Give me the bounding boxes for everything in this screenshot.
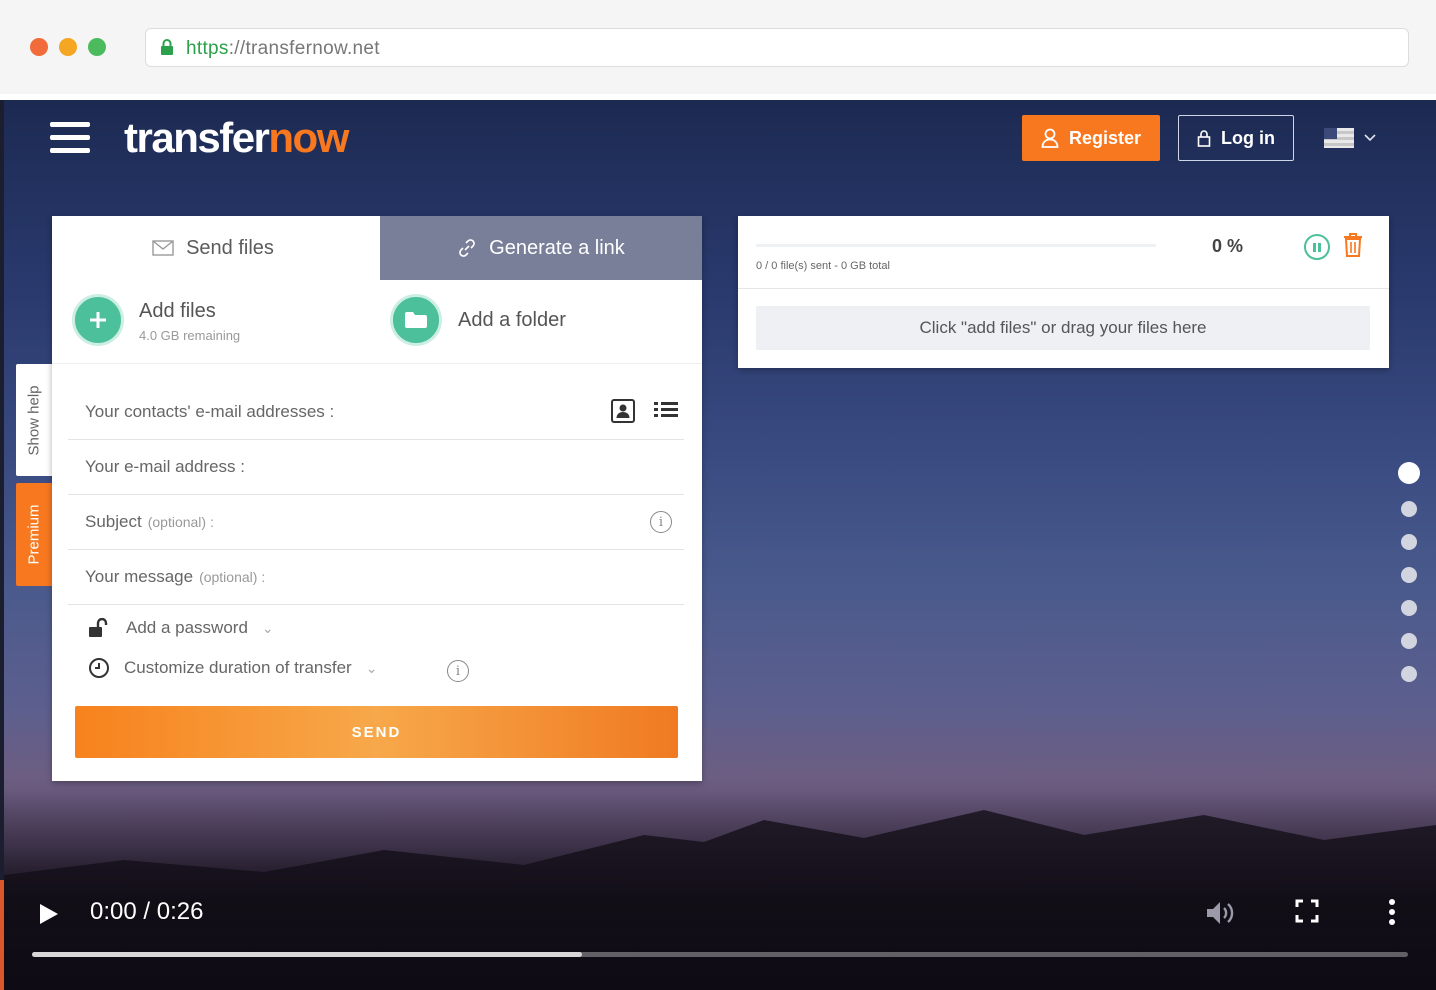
link-icon (459, 239, 475, 257)
address-bar[interactable]: https://transfernow.net (145, 28, 1409, 67)
trash-icon[interactable] (1342, 232, 1364, 258)
hamburger-menu-icon[interactable] (50, 122, 90, 156)
close-window-button[interactable] (30, 38, 48, 56)
subject-field[interactable]: Subject (optional) : i (68, 495, 684, 550)
customize-duration-toggle[interactable]: Customize duration of transfer ⌄ (88, 657, 377, 679)
divider (738, 288, 1389, 289)
slide-dot[interactable] (1401, 534, 1417, 550)
url-domain: ://transfernow.net (228, 38, 380, 59)
tab-generate-link-label: Generate a link (489, 236, 625, 259)
info-icon[interactable]: i (650, 511, 672, 533)
chevron-down-icon (1364, 134, 1376, 142)
fullscreen-icon[interactable] (1294, 898, 1320, 924)
show-help-tab[interactable]: Show help (16, 364, 52, 476)
folder-icon (405, 312, 427, 328)
slide-dot[interactable] (1401, 501, 1417, 517)
show-help-label: Show help (25, 384, 43, 456)
plus-icon (90, 312, 106, 328)
premium-tab[interactable]: Premium (16, 483, 52, 586)
send-panel: Send files Generate a link Add files 4.0… (52, 216, 702, 781)
send-button[interactable]: SEND (75, 706, 678, 758)
slide-dot[interactable] (1401, 633, 1417, 649)
sender-email-field[interactable]: Your e-mail address : (68, 440, 684, 495)
unlocked-padlock-icon (89, 618, 108, 637)
add-password-toggle[interactable]: Add a password ⌄ (88, 618, 274, 638)
slide-dot[interactable] (1401, 600, 1417, 616)
slide-dot[interactable] (1398, 462, 1420, 484)
tab-send-files[interactable]: Send files (52, 216, 374, 280)
language-selector[interactable] (1324, 128, 1376, 148)
sender-email-label: Your e-mail address : (85, 457, 246, 476)
slide-dot[interactable] (1401, 567, 1417, 583)
chevron-down-icon: ⌄ (261, 619, 274, 636)
add-actions: Add files 4.0 GB remaining Add a folder (52, 280, 702, 364)
envelope-icon (152, 240, 174, 256)
page: transfernow Register Log in Show help Pr… (4, 100, 1436, 990)
add-password-label: Add a password (126, 618, 248, 637)
url-protocol: https (186, 38, 229, 59)
transfernow-logo[interactable]: transfernow (124, 114, 349, 162)
storage-remaining: 4.0 GB remaining (139, 328, 241, 343)
login-button[interactable]: Log in (1178, 115, 1294, 161)
customize-duration-label: Customize duration of transfer (124, 658, 352, 677)
file-drop-zone[interactable]: Click "add files" or drag your files her… (756, 306, 1370, 350)
login-label: Log in (1221, 127, 1275, 148)
lock-icon (1197, 130, 1211, 147)
maximize-window-button[interactable] (88, 38, 106, 56)
minimize-window-button[interactable] (59, 38, 77, 56)
address-book-icon[interactable] (610, 398, 636, 424)
message-field[interactable]: Your message (optional) : (68, 550, 684, 605)
slide-pagination (1398, 462, 1420, 682)
us-flag-icon (1324, 128, 1354, 148)
video-seek-bar[interactable] (32, 952, 1408, 957)
upload-progress-bar (756, 244, 1156, 247)
list-icon[interactable] (652, 398, 680, 424)
add-folder-button[interactable] (390, 294, 442, 346)
add-files-button[interactable] (72, 294, 124, 346)
video-time: 0:00 / 0:26 (90, 898, 204, 925)
register-button[interactable]: Register (1022, 115, 1160, 161)
add-files-label[interactable]: Add files (139, 300, 216, 323)
pause-icon[interactable] (1304, 234, 1330, 260)
lock-icon (161, 39, 173, 55)
video-controls: 0:00 / 0:26 (4, 890, 1436, 990)
chevron-down-icon: ⌄ (365, 659, 378, 676)
browser-toolbar: https://transfernow.net (0, 0, 1436, 100)
slide-dot[interactable] (1401, 666, 1417, 682)
message-label: Your message (85, 567, 194, 586)
video-seek-fill (32, 952, 583, 957)
panel-tabs: Send files Generate a link (52, 216, 702, 280)
files-sent-summary: 0 / 0 file(s) sent - 0 GB total (756, 260, 890, 272)
register-label: Register (1068, 127, 1142, 148)
subject-label: Subject (85, 512, 142, 531)
tab-send-files-label: Send files (186, 236, 274, 259)
premium-label: Premium (25, 504, 43, 565)
clock-icon (89, 658, 109, 678)
duration-info-icon[interactable]: i (447, 660, 469, 682)
play-icon[interactable] (38, 902, 60, 926)
upload-percent: 0 % (1212, 236, 1244, 256)
url-text: https://transfernow.net (186, 38, 380, 60)
tab-generate-link[interactable]: Generate a link (380, 216, 702, 280)
contacts-email-label: Your contacts' e-mail addresses : (85, 401, 335, 421)
volume-icon[interactable] (1204, 898, 1236, 928)
contacts-email-field[interactable]: Your contacts' e-mail addresses : (68, 384, 684, 440)
subject-optional-hint: (optional) : (147, 514, 214, 530)
user-icon (1041, 128, 1059, 148)
more-options-icon[interactable] (1387, 898, 1397, 926)
add-folder-label[interactable]: Add a folder (458, 309, 566, 332)
message-optional-hint: (optional) : (199, 569, 266, 585)
transfer-status-panel: 0 % 0 / 0 file(s) sent - 0 GB total Clic… (738, 216, 1389, 368)
